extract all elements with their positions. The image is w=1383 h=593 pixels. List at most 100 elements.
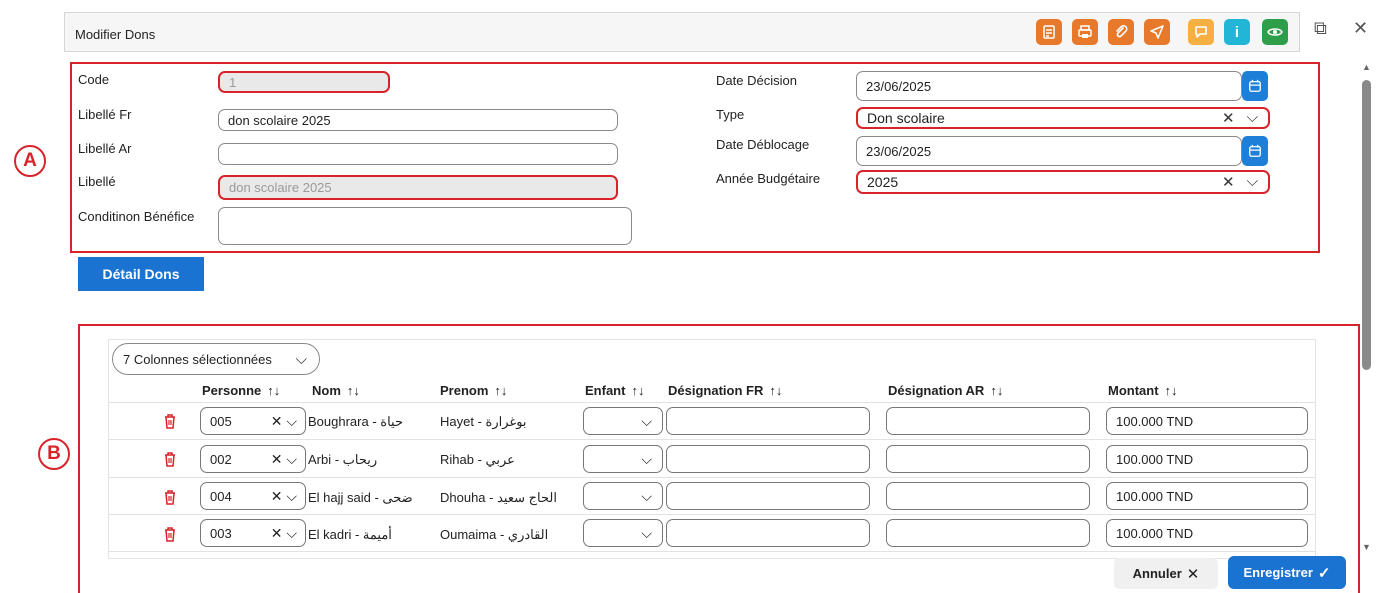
- montant-input[interactable]: 100.000 TND: [1106, 407, 1308, 435]
- annotation-b: B: [38, 438, 70, 470]
- type-select-value: Don scolaire: [867, 110, 945, 126]
- trash-icon[interactable]: [163, 489, 177, 505]
- check-icon: ✓: [1317, 564, 1331, 582]
- clear-icon[interactable]: ✕: [1222, 109, 1235, 127]
- accounting-icon[interactable]: [1036, 19, 1062, 45]
- designation-ar-input[interactable]: [886, 407, 1090, 435]
- trash-icon[interactable]: [163, 413, 177, 429]
- nom-cell: Arbi - ريحاب: [308, 452, 378, 467]
- montant-input[interactable]: 100.000 TND: [1106, 445, 1308, 473]
- columns-selector-label: 7 Colonnes sélectionnées: [123, 351, 272, 367]
- chevron-down-icon: ⌵: [641, 450, 652, 467]
- personne-select[interactable]: 003 ✕ ⌵: [200, 519, 306, 547]
- chevron-down-icon: ⌵: [641, 487, 652, 504]
- clear-chevron-icons[interactable]: ✕ ⌵: [271, 525, 297, 542]
- personne-select[interactable]: 002 ✕ ⌵: [200, 445, 306, 473]
- type-select[interactable]: Don scolaire ✕ ⌵: [856, 107, 1270, 129]
- designation-fr-input[interactable]: [666, 445, 870, 473]
- header-montant[interactable]: Montant ↑↓: [1108, 383, 1178, 398]
- libelle-fr-label: Libellé Fr: [78, 107, 132, 122]
- row-divider: [108, 402, 1316, 403]
- prenom-cell: Rihab - عربي: [440, 452, 515, 467]
- annee-budgetaire-select[interactable]: 2025 ✕ ⌵: [856, 170, 1270, 194]
- enfant-select[interactable]: ⌵: [583, 519, 663, 547]
- libelle-ar-field[interactable]: [218, 143, 618, 165]
- designation-ar-input[interactable]: [886, 445, 1090, 473]
- personne-select[interactable]: 005 ✕ ⌵: [200, 407, 306, 435]
- chevron-down-icon: ⌵: [641, 412, 652, 429]
- restore-window-icon[interactable]: ⧉: [1314, 18, 1327, 39]
- header-enfant[interactable]: Enfant ↑↓: [585, 383, 644, 398]
- header-designation-ar[interactable]: Désignation AR ↑↓: [888, 383, 1003, 398]
- cancel-button[interactable]: Annuler ✕: [1114, 558, 1218, 589]
- calendar-icon[interactable]: [1242, 136, 1268, 166]
- date-deblocage-field[interactable]: 23/06/2025: [856, 136, 1242, 166]
- sort-icon[interactable]: ↑↓: [347, 383, 360, 398]
- scrollbar-thumb[interactable]: [1362, 80, 1371, 370]
- eye-icon[interactable]: [1262, 19, 1288, 45]
- chat-icon[interactable]: [1188, 19, 1214, 45]
- designation-ar-input[interactable]: [886, 482, 1090, 510]
- header-nom[interactable]: Nom ↑↓: [312, 383, 360, 398]
- enfant-select[interactable]: ⌵: [583, 445, 663, 473]
- type-label: Type: [716, 107, 745, 122]
- annee-select-value: 2025: [867, 174, 899, 190]
- montant-input[interactable]: 100.000 TND: [1106, 482, 1308, 510]
- paperclip-icon[interactable]: [1108, 19, 1134, 45]
- save-button[interactable]: Enregistrer ✓: [1228, 556, 1346, 589]
- condition-label: Conditinon Bénéfice: [78, 209, 195, 224]
- chevron-down-icon[interactable]: ⌵: [1247, 173, 1258, 191]
- nom-cell: El hajj said - ضحى: [308, 490, 413, 505]
- code-label: Code: [78, 72, 110, 87]
- personne-select[interactable]: 004 ✕ ⌵: [200, 482, 306, 510]
- header-personne[interactable]: Personne ↑↓: [202, 383, 280, 398]
- nom-cell: El kadri - أميمة: [308, 527, 392, 542]
- sort-icon[interactable]: ↑↓: [1165, 383, 1178, 398]
- tab-detail-dons[interactable]: Détail Dons: [78, 257, 204, 291]
- header-prenom[interactable]: Prenom ↑↓: [440, 383, 507, 398]
- header-designation-fr[interactable]: Désignation FR ↑↓: [668, 383, 782, 398]
- row-divider: [108, 514, 1316, 515]
- clear-chevron-icons[interactable]: ✕ ⌵: [271, 413, 297, 430]
- info-icon[interactable]: i: [1224, 19, 1250, 45]
- montant-input[interactable]: 100.000 TND: [1106, 519, 1308, 547]
- scroll-down-icon[interactable]: ▼: [1362, 542, 1371, 552]
- dialog-title: Modifier Dons: [75, 27, 156, 42]
- close-window-icon[interactable]: ✕: [1353, 18, 1368, 39]
- libelle-field: don scolaire 2025: [218, 175, 618, 200]
- chevron-down-icon: ⌵: [295, 350, 307, 368]
- designation-ar-input[interactable]: [886, 519, 1090, 547]
- chevron-down-icon[interactable]: ⌵: [1247, 109, 1258, 127]
- date-decision-label: Date Décision: [716, 73, 797, 88]
- sort-icon[interactable]: ↑↓: [990, 383, 1003, 398]
- sort-icon[interactable]: ↑↓: [494, 383, 507, 398]
- prenom-cell: Oumaima - القادري: [440, 527, 549, 542]
- designation-fr-input[interactable]: [666, 519, 870, 547]
- sort-icon[interactable]: ↑↓: [631, 383, 644, 398]
- annotation-a: A: [14, 145, 46, 177]
- trash-icon[interactable]: [163, 451, 177, 467]
- designation-fr-input[interactable]: [666, 482, 870, 510]
- clear-icon[interactable]: ✕: [1222, 173, 1235, 191]
- libelle-fr-field[interactable]: don scolaire 2025: [218, 109, 618, 131]
- sort-icon[interactable]: ↑↓: [267, 383, 280, 398]
- row-divider: [108, 439, 1316, 440]
- code-field: 1: [218, 71, 390, 93]
- scroll-up-icon[interactable]: ▲: [1362, 62, 1371, 72]
- send-icon[interactable]: [1144, 19, 1170, 45]
- enfant-select[interactable]: ⌵: [583, 482, 663, 510]
- trash-icon[interactable]: [163, 526, 177, 542]
- columns-selector[interactable]: 7 Colonnes sélectionnées ⌵: [112, 343, 320, 375]
- annee-budgetaire-label: Année Budgétaire: [716, 171, 821, 186]
- designation-fr-input[interactable]: [666, 407, 870, 435]
- clear-chevron-icons[interactable]: ✕ ⌵: [271, 488, 297, 505]
- enfant-select[interactable]: ⌵: [583, 407, 663, 435]
- row-divider: [108, 477, 1316, 478]
- print-icon[interactable]: [1072, 19, 1098, 45]
- calendar-icon[interactable]: [1242, 71, 1268, 101]
- date-decision-field[interactable]: 23/06/2025: [856, 71, 1242, 101]
- close-icon: ✕: [1186, 565, 1200, 583]
- clear-chevron-icons[interactable]: ✕ ⌵: [271, 451, 297, 468]
- sort-icon[interactable]: ↑↓: [769, 383, 782, 398]
- condition-field[interactable]: [218, 207, 632, 245]
